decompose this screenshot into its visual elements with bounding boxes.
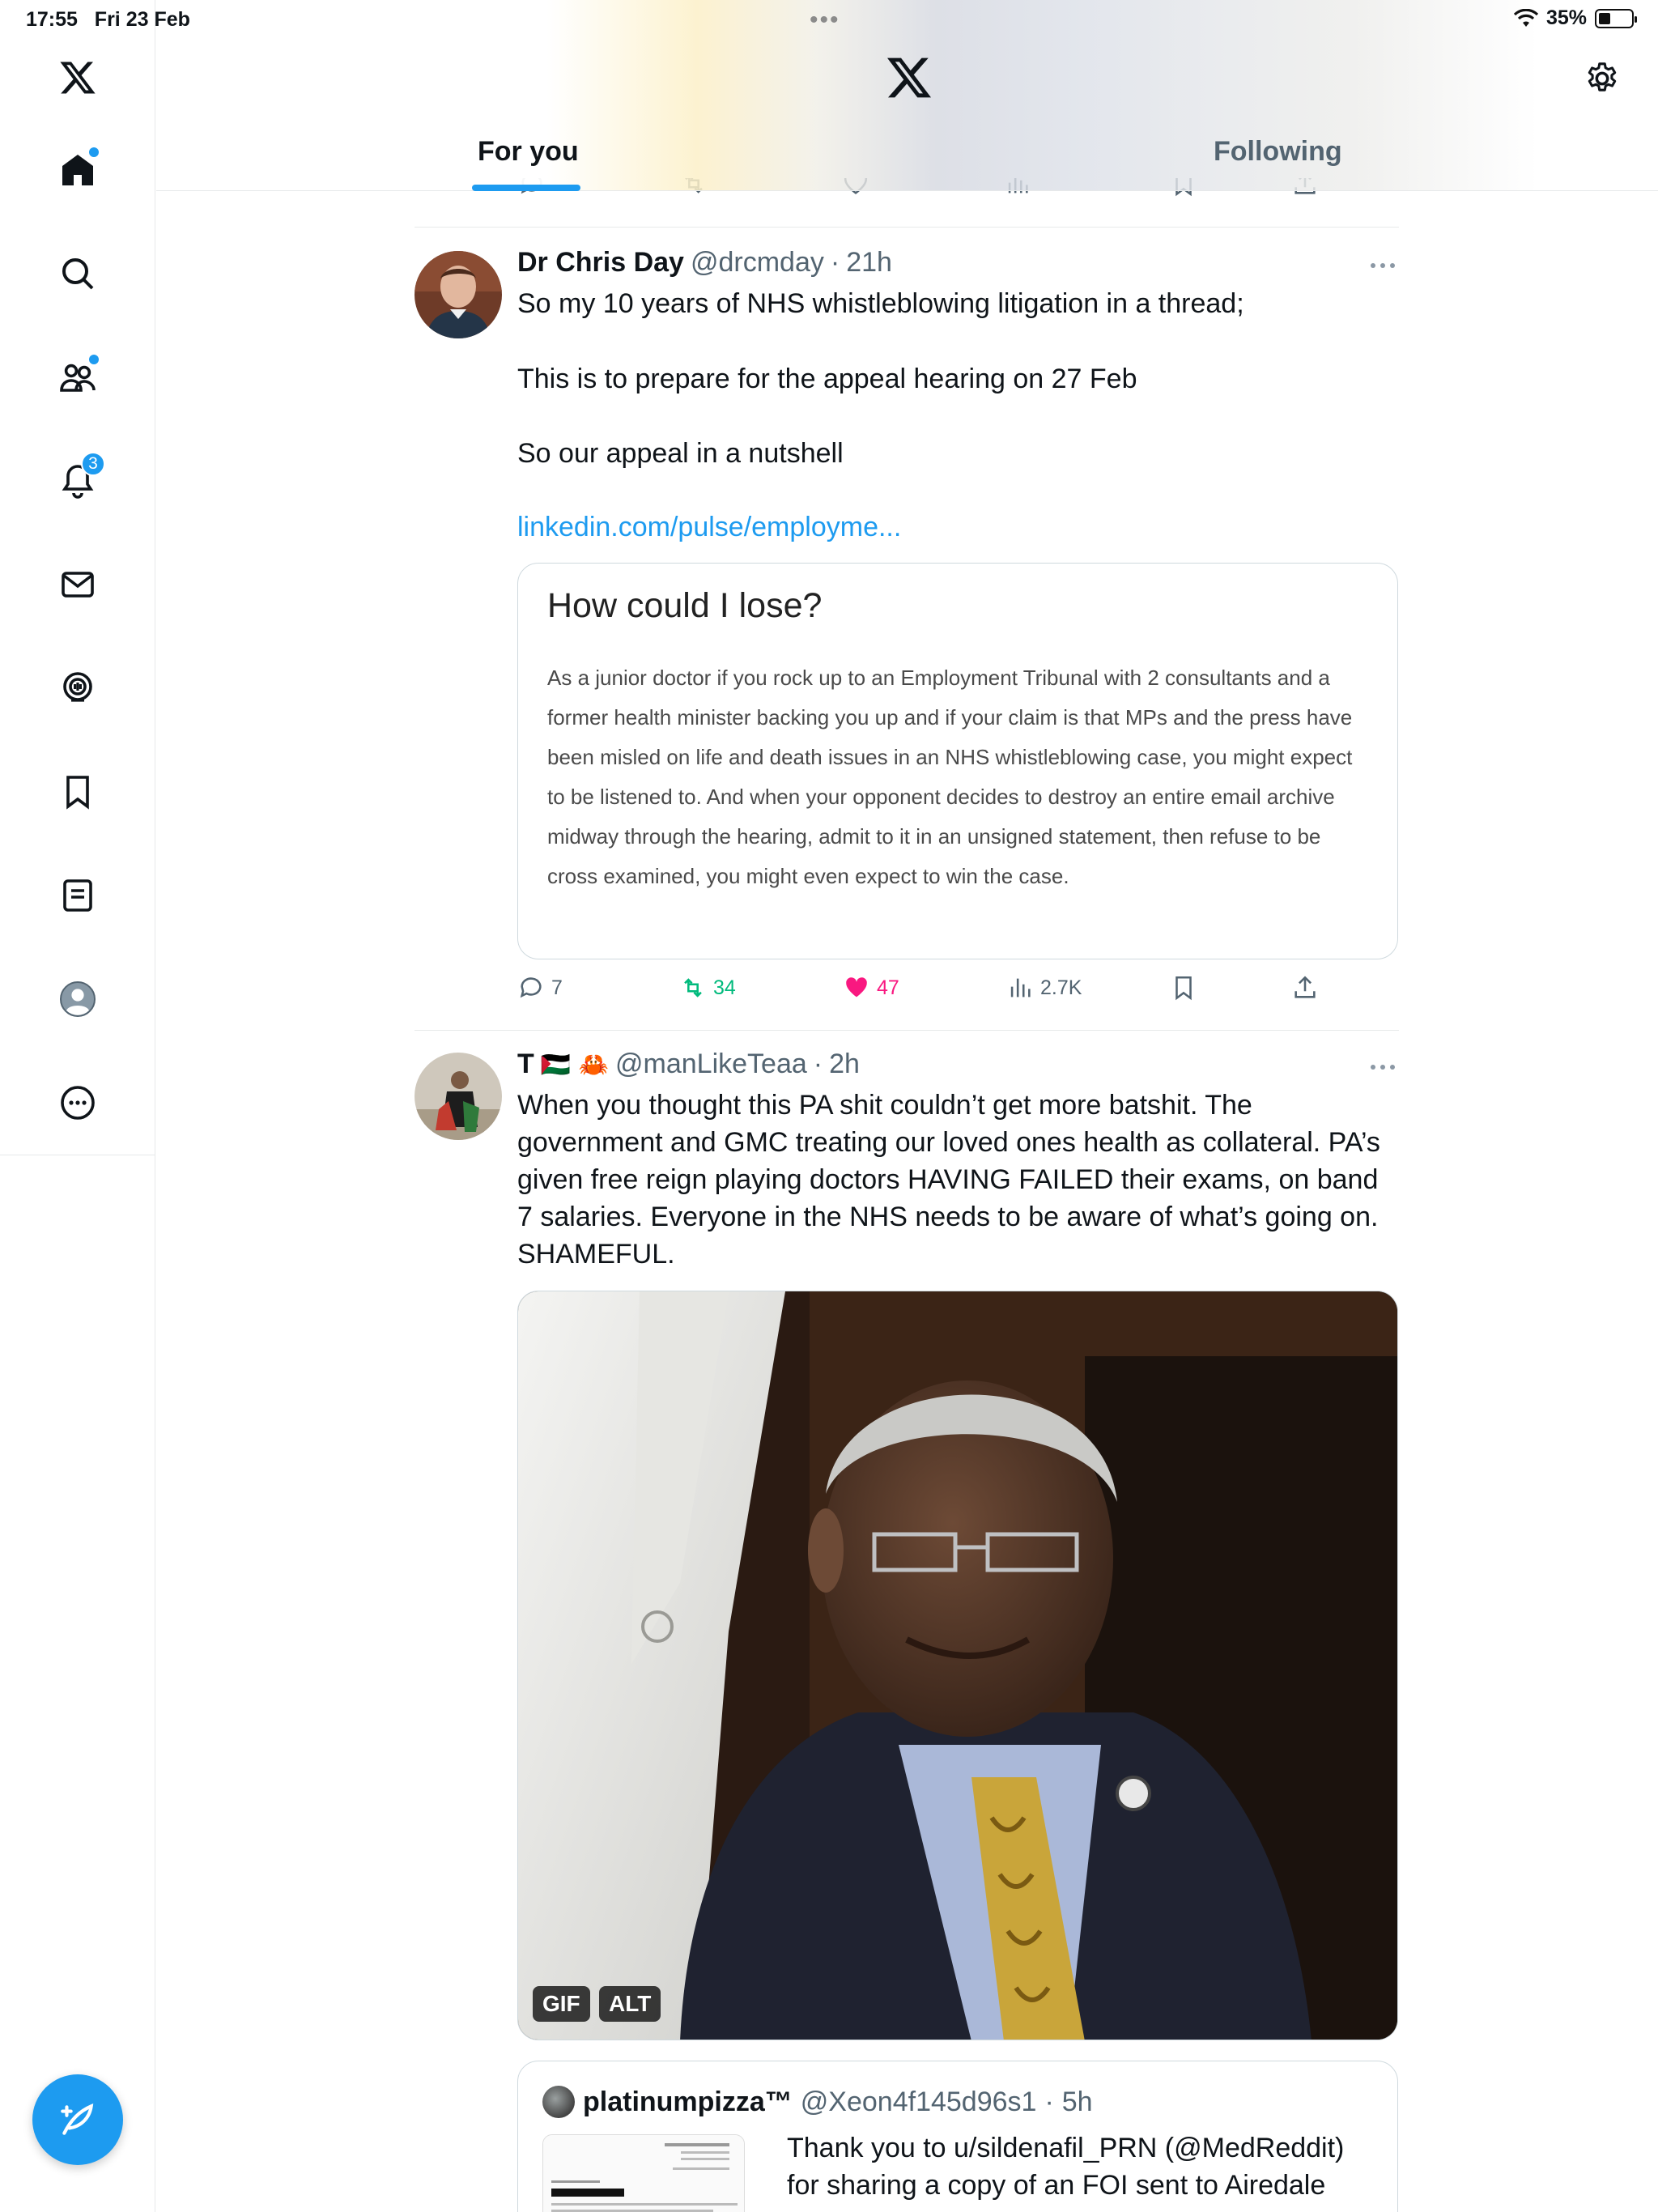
sidebar: 3 — [0, 0, 155, 2212]
author-name[interactable]: T — [517, 1049, 534, 1080]
search-icon — [62, 258, 94, 290]
more-circle-icon — [61, 1086, 95, 1120]
battery-percent: 35% — [1545, 6, 1587, 29]
retweet-icon — [684, 978, 702, 998]
mail-icon — [62, 572, 94, 598]
media-image — [518, 1291, 1397, 2040]
sidebar-item-notifications[interactable]: 3 — [45, 449, 110, 513]
sidebar-item-messages[interactable] — [45, 552, 110, 617]
tweet-text: When you thought this PA shit couldn’t g… — [517, 1090, 1380, 1270]
avatar[interactable] — [414, 1053, 502, 1140]
spaces-icon — [63, 672, 92, 702]
sidebar-item-communities[interactable] — [45, 345, 110, 410]
tweet-text-line: So my 10 years of NHS whistleblowing lit… — [517, 288, 1244, 319]
compose-feather-icon — [61, 2103, 94, 2135]
sidebar-item-explore[interactable] — [45, 241, 110, 306]
tweet-sep: · — [830, 247, 840, 278]
tweet-text-line: This is to prepare for the appeal hearin… — [517, 364, 1137, 394]
sidebar-item-bookmarks[interactable] — [45, 759, 110, 824]
sidebar-item-more[interactable] — [45, 1070, 110, 1135]
tab-for-you[interactable]: For you — [478, 136, 579, 168]
tweet-link[interactable]: linkedin.com/pulse/employme... — [517, 512, 901, 543]
x-logo-icon[interactable] — [45, 45, 110, 110]
quote-text: Thank you to u/sildenafil_PRN (@MedReddi… — [787, 2133, 1345, 2201]
x-logo-icon-svg — [60, 62, 96, 94]
avatar[interactable] — [414, 251, 502, 338]
bookmark-icon — [66, 776, 89, 810]
quoted-tweet[interactable]: platinumpizza™ @Xeon4f145d96s1 · 5h Than… — [517, 2061, 1398, 2212]
views-icon — [1010, 978, 1031, 998]
document-thumbnail-image — [543, 2135, 744, 2212]
tweet-divider — [414, 1030, 1399, 1031]
quote-author-handle: @Xeon4f145d96s1 — [800, 2086, 1037, 2117]
tweet-actions: 7 34 47 2.7K — [517, 974, 1327, 1010]
bookmark-button[interactable] — [1170, 974, 1197, 1002]
views-button[interactable]: 2.7K — [1006, 974, 1082, 1002]
quote-time: 5h — [1061, 2086, 1093, 2117]
battery-fill — [1599, 12, 1610, 24]
like-count: 47 — [877, 976, 899, 999]
more-icon[interactable] — [1368, 261, 1397, 270]
tweet-header: Dr Chris Day @drcmday · 21h — [517, 247, 892, 279]
wifi-icon — [1513, 8, 1538, 27]
retweet-button[interactable]: 34 — [679, 974, 736, 1002]
gif-badge: GIF — [533, 1986, 590, 2022]
quote-header: platinumpizza™ @Xeon4f145d96s1 · 5h — [542, 2086, 1093, 2118]
multitasking-dots[interactable]: ••• — [810, 6, 840, 34]
tweet-time[interactable]: 21h — [846, 247, 892, 279]
home-dot-badge — [89, 147, 99, 157]
quote-author-name: platinumpizza™ — [583, 2086, 793, 2117]
lists-icon — [63, 879, 92, 912]
quote-thumbnail — [542, 2134, 745, 2212]
card-title: How could I lose? — [547, 586, 823, 625]
more-icon[interactable] — [1368, 1062, 1397, 1072]
gear-icon[interactable] — [1584, 60, 1621, 97]
bookmark-icon — [1175, 976, 1192, 1001]
alt-badge[interactable]: ALT — [599, 1986, 661, 2022]
battery-icon — [1595, 8, 1637, 28]
like-button[interactable]: 47 — [843, 974, 899, 1002]
sidebar-item-home[interactable] — [45, 138, 110, 202]
quote-sep: · — [1044, 2086, 1054, 2117]
active-tab-indicator — [472, 185, 580, 191]
heart-filled-icon — [846, 977, 867, 998]
views-count: 2.7K — [1040, 976, 1082, 999]
reply-button[interactable]: 7 — [517, 974, 563, 1002]
tweet-header: T 🇵🇸 🦀 @manLikeTeaa · 2h — [517, 1049, 860, 1080]
tweet-media-gif[interactable]: GIF ALT — [517, 1291, 1398, 2040]
avatar-photo — [414, 251, 502, 338]
communities-dot-badge — [89, 355, 99, 364]
tweet-sep: · — [813, 1049, 823, 1079]
author-name[interactable]: Dr Chris Day — [517, 247, 684, 279]
profile-avatar-icon — [60, 981, 96, 1017]
sidebar-item-spaces[interactable] — [45, 656, 110, 721]
reply-count: 7 — [551, 976, 563, 999]
link-preview-card[interactable]: How could I lose? As a junior doctor if … — [517, 563, 1398, 959]
status-right: 35% — [1513, 6, 1637, 30]
quote-avatar — [542, 2086, 575, 2118]
share-button[interactable] — [1291, 974, 1319, 1002]
card-body: As a junior doctor if you rock up to an … — [547, 666, 1353, 888]
retweet-count: 34 — [713, 976, 736, 999]
tweet-time[interactable]: 2h — [829, 1049, 860, 1080]
author-handle[interactable]: @drcmday — [691, 247, 824, 279]
notifications-count-badge: 3 — [81, 452, 105, 476]
author-handle[interactable]: @manLikeTeaa — [615, 1049, 807, 1080]
share-icon — [1295, 976, 1316, 998]
tweet-divider — [414, 227, 1399, 228]
author-name-emoji: 🇵🇸 🦀 — [540, 1051, 610, 1079]
status-time: 17:55 Fri 23 Feb — [26, 8, 190, 31]
sidebar-item-lists[interactable] — [45, 863, 110, 928]
tab-following[interactable]: Following — [1214, 136, 1342, 168]
status-bar: 17:55 Fri 23 Feb ••• 35% — [0, 0, 1658, 37]
tweet-text-line: So our appeal in a nutshell — [517, 438, 844, 469]
sidebar-item-profile[interactable] — [45, 967, 110, 1032]
x-logo-icon[interactable] — [885, 53, 933, 102]
reply-icon — [520, 977, 542, 998]
compose-button[interactable] — [32, 2074, 123, 2165]
avatar-photo — [414, 1053, 502, 1140]
